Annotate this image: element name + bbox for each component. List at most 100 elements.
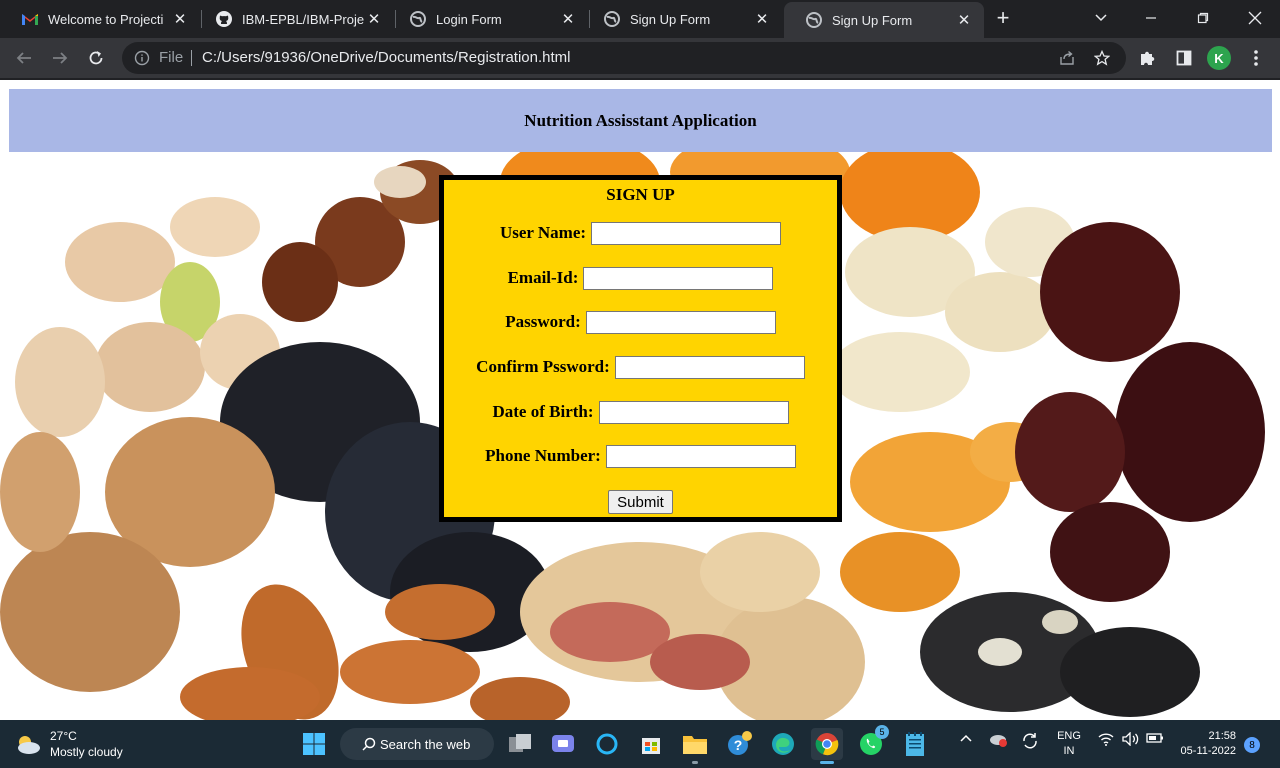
form-row-date-of-birth: Date of Birth:	[444, 400, 837, 424]
restore-button[interactable]	[1180, 0, 1226, 36]
info-icon[interactable]	[134, 50, 150, 66]
signup-form: SIGN UP User Name: Email-Id: Password: C…	[439, 175, 842, 522]
tab-gmail[interactable]: Welcome to Projecti ✕	[0, 0, 200, 38]
form-title: SIGN UP	[606, 185, 675, 204]
battery-tray-icon[interactable]	[1146, 732, 1164, 747]
tab-title: Login Form	[436, 11, 502, 27]
tab-title: Sign Up Form	[832, 12, 913, 28]
teams-chat-button[interactable]	[547, 728, 579, 760]
side-panel-icon	[1176, 50, 1192, 66]
share-icon[interactable]	[1059, 50, 1075, 66]
star-icon[interactable]	[1094, 50, 1110, 66]
close-icon	[1248, 11, 1262, 25]
phone-number-input[interactable]	[605, 444, 796, 468]
wifi-tray-icon[interactable]	[1098, 732, 1114, 749]
chrome-icon	[815, 733, 839, 756]
window-close-button[interactable]	[1232, 0, 1278, 36]
confirm-password-input[interactable]	[614, 355, 805, 379]
show-hidden-icons-button[interactable]	[959, 732, 973, 746]
edge-browser-button[interactable]	[767, 728, 799, 760]
onedrive-tray-icon[interactable]	[989, 732, 1009, 751]
new-tab-button[interactable]: +	[992, 7, 1014, 30]
url-text[interactable]: C:/Users/91936/OneDrive/Documents/Regist…	[202, 49, 570, 66]
reload-icon	[89, 51, 103, 65]
edge-icon	[772, 733, 794, 755]
clock-time: 21:58	[1208, 730, 1236, 742]
sync-tray-icon[interactable]	[1021, 732, 1039, 753]
browser-toolbar: File C:/Users/91936/OneDrive/Documents/R…	[0, 38, 1280, 78]
restore-icon	[1197, 12, 1209, 24]
menu-button[interactable]	[1246, 48, 1266, 68]
help-icon: ?	[728, 731, 752, 755]
tab-login-form[interactable]: Login Form ✕	[388, 0, 588, 38]
extensions-button[interactable]	[1138, 48, 1158, 68]
side-panel-button[interactable]	[1174, 48, 1194, 68]
whatsapp-badge: 5	[875, 725, 889, 739]
forward-button[interactable]	[48, 46, 72, 70]
globe-icon	[604, 11, 620, 27]
file-explorer-button[interactable]	[679, 728, 711, 764]
minimize-icon	[1146, 17, 1156, 19]
close-icon[interactable]: ✕	[954, 10, 974, 30]
whatsapp-button[interactable]: 5	[855, 725, 889, 760]
submit-button[interactable]: Submit	[608, 490, 673, 514]
chevron-down-icon	[1095, 14, 1107, 22]
get-help-button[interactable]: ?	[723, 728, 755, 760]
weather-widget[interactable]: 27°C Mostly cloudy	[14, 728, 123, 760]
language-indicator[interactable]: ENG IN	[1054, 729, 1084, 759]
username-input[interactable]	[591, 221, 782, 245]
task-view-button[interactable]	[504, 728, 536, 760]
chrome-button[interactable]	[811, 728, 843, 764]
address-bar[interactable]: File C:/Users/91936/OneDrive/Documents/R…	[122, 42, 1126, 74]
notification-count[interactable]: 8	[1244, 737, 1260, 753]
language-code: ENG	[1057, 730, 1081, 742]
region-code: IN	[1063, 745, 1075, 757]
sync-icon	[1023, 733, 1037, 749]
cloud-error-icon	[990, 735, 1007, 747]
email-input[interactable]	[583, 266, 774, 290]
tab-title: Sign Up Form	[630, 11, 711, 27]
cortana-button[interactable]	[591, 728, 623, 760]
password-input[interactable]	[585, 310, 776, 334]
microsoft-store-button[interactable]	[635, 728, 667, 760]
password-label: Password:	[505, 312, 581, 331]
start-button[interactable]	[298, 728, 330, 760]
close-icon[interactable]: ✕	[752, 9, 772, 29]
puzzle-icon	[1141, 51, 1155, 65]
github-icon	[216, 11, 232, 27]
tab-title: Welcome to Projecti	[48, 11, 164, 27]
profile-avatar[interactable]: K	[1207, 46, 1231, 70]
weather-condition: Mostly cloudy	[50, 745, 123, 759]
tab-sign-up-form-active[interactable]: Sign Up Form ✕	[784, 2, 984, 38]
arrow-right-icon	[53, 52, 68, 64]
weather-temperature: 27°C	[50, 729, 77, 743]
tab-title: IBM-EPBL/IBM-Proje	[242, 11, 364, 27]
close-icon[interactable]: ✕	[170, 9, 190, 29]
phone-number-label: Phone Number:	[485, 446, 601, 465]
tab-sign-up-form[interactable]: Sign Up Form ✕	[582, 0, 782, 38]
gmail-icon	[22, 11, 38, 27]
reload-button[interactable]	[84, 46, 108, 70]
taskbar-search[interactable]: Search the web	[340, 728, 494, 760]
form-row-username: User Name:	[444, 221, 837, 245]
search-icon	[362, 737, 376, 751]
back-button[interactable]	[12, 46, 36, 70]
page-viewport: Nutrition Assisstant Application SIGN UP…	[0, 80, 1280, 720]
chevron-up-icon	[960, 734, 972, 742]
speaker-icon	[1122, 731, 1139, 747]
tab-search-button[interactable]	[1078, 0, 1124, 36]
close-icon[interactable]: ✕	[558, 9, 578, 29]
minimize-button[interactable]	[1128, 0, 1174, 36]
notepad-button[interactable]	[899, 728, 931, 760]
windows-taskbar: 27°C Mostly cloudy Search the web ? 5 EN…	[0, 720, 1280, 768]
task-view-icon	[509, 734, 531, 752]
date-of-birth-input[interactable]	[598, 400, 789, 424]
active-indicator	[820, 761, 834, 764]
close-icon[interactable]: ✕	[364, 9, 384, 29]
folder-icon	[683, 736, 707, 754]
volume-tray-icon[interactable]	[1122, 731, 1140, 749]
globe-icon	[806, 12, 822, 28]
clock[interactable]: 21:58 05-11-2022	[1170, 729, 1236, 759]
tab-github[interactable]: IBM-EPBL/IBM-Proje ✕	[194, 0, 394, 38]
arrow-left-icon	[16, 52, 31, 64]
